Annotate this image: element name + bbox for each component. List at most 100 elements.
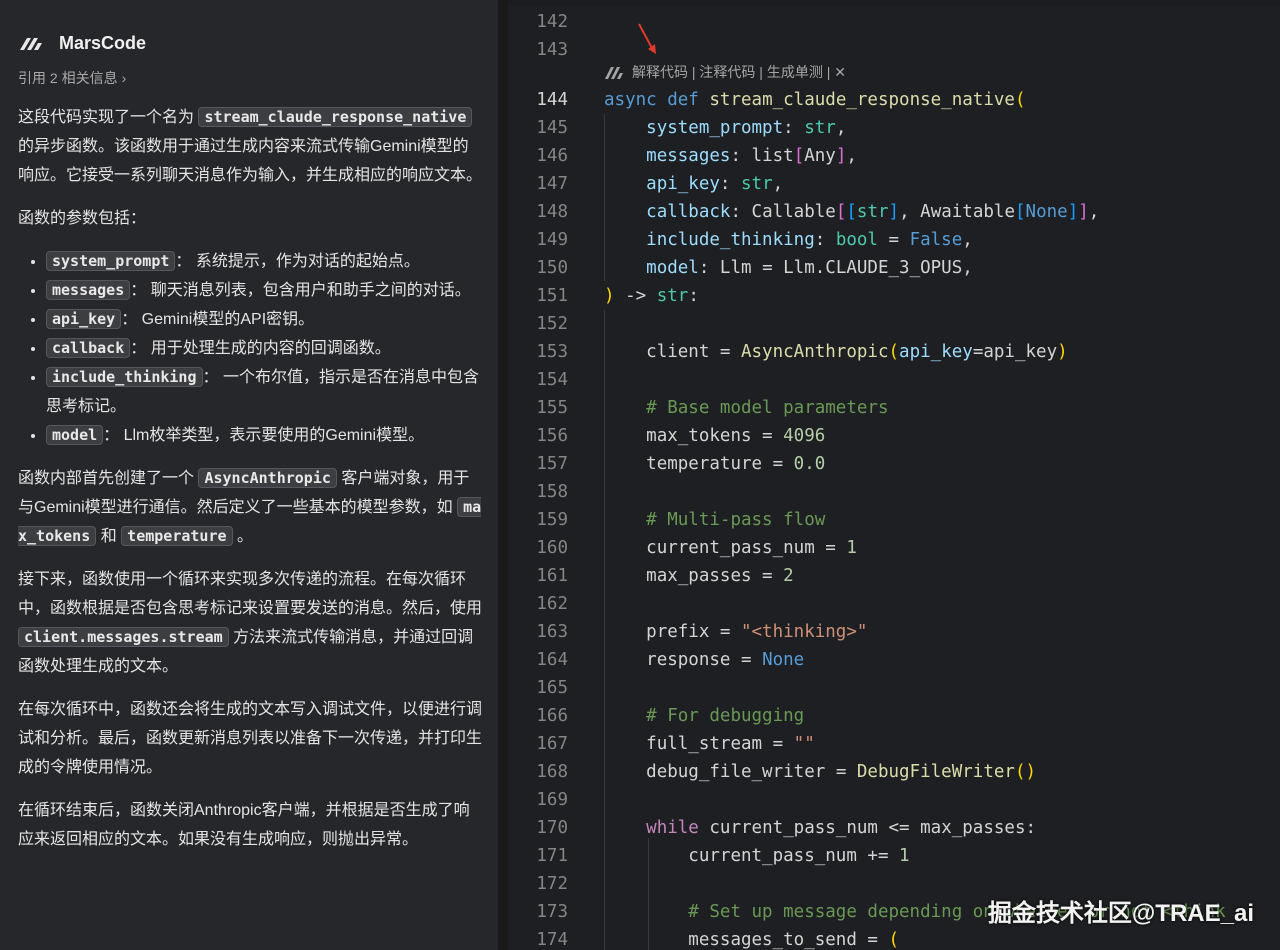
code-line[interactable]: 151) -> str: [508, 282, 1280, 310]
list-item: api_key： Gemini模型的API密钥。 [46, 305, 482, 334]
code-line[interactable]: 152 [508, 310, 1280, 338]
line-number: 153 [536, 342, 568, 362]
code-text: messages_to_send = ( [688, 930, 900, 950]
code-text: model: Llm = Llm.CLAUDE_3_OPUS, [646, 258, 973, 278]
inline-code: messages [46, 280, 131, 300]
code-line[interactable]: 154 [508, 366, 1280, 394]
reference-link[interactable]: 引用 2 相关信息 › [18, 68, 126, 88]
editor-top-edge [508, 0, 1280, 6]
line-number: 168 [536, 762, 568, 782]
code-line[interactable]: 149 include_thinking: bool = False, [508, 226, 1280, 254]
code-line[interactable]: 164 response = None [508, 646, 1280, 674]
close-icon[interactable]: ✕ [834, 64, 846, 81]
code-line[interactable]: 165 [508, 674, 1280, 702]
code-line[interactable]: 148 callback: Callable[[str], Awaitable[… [508, 198, 1280, 226]
code-line[interactable]: 174 messages_to_send = ( [508, 926, 1280, 950]
line-number: 143 [536, 40, 568, 60]
line-number: 155 [536, 398, 568, 418]
code-text: # Base model parameters [646, 398, 889, 418]
comment-code-action[interactable]: 注释代码 [699, 62, 755, 82]
code-text: async def stream_claude_response_native( [604, 90, 1026, 110]
line-number: 162 [536, 594, 568, 614]
line-number: 160 [536, 538, 568, 558]
code-text: # For debugging [646, 706, 805, 726]
paragraph: 接下来，函数使用一个循环来实现多次传递的流程。在每次循环中，函数根据是否包含思考… [18, 565, 482, 681]
code-line[interactable]: 163 prefix = "<thinking>" [508, 618, 1280, 646]
code-text: client = AsyncAnthropic(api_key=api_key) [646, 342, 1068, 362]
chat-message: 这段代码实现了一个名为 stream_claude_response_nativ… [18, 103, 482, 868]
line-number: 166 [536, 706, 568, 726]
line-number: 156 [536, 426, 568, 446]
text: 接下来，函数使用一个循环来实现多次传递的流程。在每次循环中，函数根据是否包含思考… [18, 571, 483, 617]
code-line[interactable]: 162 [508, 590, 1280, 618]
list-item: messages： 聊天消息列表，包含用户和助手之间的对话。 [46, 276, 482, 305]
list-item: system_prompt： 系统提示，作为对话的起始点。 [46, 247, 482, 276]
code-editor[interactable]: 解释代码 | 注释代码 | 生成单测 | ✕ 142 143 144 async … [508, 0, 1280, 950]
reference-label: 引用 2 相关信息 [18, 70, 118, 86]
code-line: 142 [508, 8, 1280, 36]
code-text: response = None [646, 650, 805, 670]
line-number: 147 [536, 174, 568, 194]
code-line[interactable]: 155 # Base model parameters [508, 394, 1280, 422]
code-text: # Multi-pass flow [646, 510, 826, 530]
code-line[interactable]: 159 # Multi-pass flow [508, 506, 1280, 534]
line-number: 144 [536, 90, 568, 110]
code-line[interactable]: 158 [508, 478, 1280, 506]
list-item: callback： 用于处理生成的内容的回调函数。 [46, 334, 482, 363]
code-text: temperature = 0.0 [646, 454, 826, 474]
code-line-current[interactable]: 144 async def stream_claude_response_nati… [508, 86, 1280, 114]
params-heading: 函数的参数包括： [18, 210, 147, 227]
text: ： 用于处理生成的内容的回调函数。 [130, 340, 391, 357]
line-number: 170 [536, 818, 568, 838]
code-line[interactable]: 166 # For debugging [508, 702, 1280, 730]
line-number: 169 [536, 790, 568, 810]
text: ： 系统提示，作为对话的起始点。 [175, 253, 420, 270]
list-item: model： Llm枚举类型，表示要使用的Gemini模型。 [46, 421, 482, 450]
text: ： 聊天消息列表，包含用户和助手之间的对话。 [130, 282, 471, 299]
code-line[interactable]: 171 current_pass_num += 1 [508, 842, 1280, 870]
code-line[interactable]: 156 max_tokens = 4096 [508, 422, 1280, 450]
panel-divider[interactable] [498, 0, 508, 950]
line-number: 159 [536, 510, 568, 530]
code-text: full_stream = "" [646, 734, 815, 754]
code-line[interactable]: 161 max_passes = 2 [508, 562, 1280, 590]
code-line[interactable]: 150 model: Llm = Llm.CLAUDE_3_OPUS, [508, 254, 1280, 282]
line-number: 154 [536, 370, 568, 390]
code-text: callback: Callable[[str], Awaitable[None… [646, 202, 1100, 222]
chevron-right-icon: › [121, 70, 127, 86]
inline-code: callback [46, 338, 131, 358]
text: 和 [100, 528, 117, 545]
code-line: 143 [508, 36, 1280, 64]
paragraph: 在循环结束后，函数关闭Anthropic客户端，并根据是否生成了响应来返回相应的… [18, 802, 470, 848]
code-text: system_prompt: str, [646, 118, 847, 138]
separator: | [755, 64, 767, 80]
line-number: 157 [536, 454, 568, 474]
inline-code: client.messages.stream [18, 627, 229, 647]
code-text: prefix = "<thinking>" [646, 622, 868, 642]
marscode-logo-icon [605, 67, 623, 79]
line-number: 150 [536, 258, 568, 278]
line-number: 173 [536, 902, 568, 922]
code-text: messages: list[Any], [646, 146, 857, 166]
code-line[interactable]: 167 full_stream = "" [508, 730, 1280, 758]
line-number: 152 [536, 314, 568, 334]
generate-test-action[interactable]: 生成单测 [767, 62, 823, 82]
line-number: 142 [536, 12, 568, 32]
code-line[interactable]: 169 [508, 786, 1280, 814]
code-line[interactable]: 146 messages: list[Any], [508, 142, 1280, 170]
line-number: 146 [536, 146, 568, 166]
explain-code-action[interactable]: 解释代码 [632, 62, 688, 82]
text: 函数内部首先创建了一个 [18, 470, 195, 487]
code-line[interactable]: 147 api_key: str, [508, 170, 1280, 198]
code-line[interactable]: 157 temperature = 0.0 [508, 450, 1280, 478]
inline-code: include_thinking [46, 367, 203, 387]
code-text: ) -> str: [604, 286, 699, 306]
code-line[interactable]: 170 while current_pass_num <= max_passes… [508, 814, 1280, 842]
intro-paragraph: 这段代码实现了一个名为 stream_claude_response_nativ… [18, 103, 482, 190]
line-number: 164 [536, 650, 568, 670]
code-line[interactable]: 168 debug_file_writer = DebugFileWriter(… [508, 758, 1280, 786]
text: 。 [236, 528, 253, 545]
code-line[interactable]: 145 system_prompt: str, [508, 114, 1280, 142]
code-line[interactable]: 160 current_pass_num = 1 [508, 534, 1280, 562]
code-line[interactable]: 153 client = AsyncAnthropic(api_key=api_… [508, 338, 1280, 366]
